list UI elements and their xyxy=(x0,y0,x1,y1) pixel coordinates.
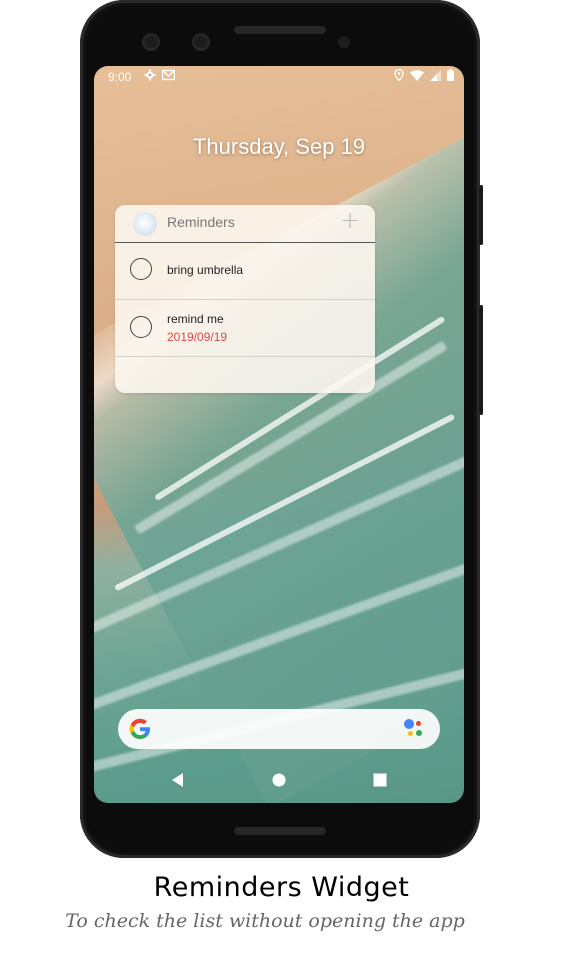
back-icon[interactable] xyxy=(168,770,188,790)
front-camera-icon xyxy=(192,33,210,51)
volume-button xyxy=(479,305,483,415)
lock-screen-date: Thursday, Sep 19 xyxy=(192,134,366,159)
navigation-bar xyxy=(94,756,464,803)
widget-header: Reminders + xyxy=(115,205,375,243)
reminders-widget[interactable]: Reminders + bring umbrella remind me 201… xyxy=(115,205,375,393)
add-reminder-button[interactable]: + xyxy=(339,208,361,232)
caption-title: Reminders Widget xyxy=(153,872,410,903)
battery-icon xyxy=(447,69,454,81)
reminder-text: bring umbrella xyxy=(167,263,244,277)
proximity-sensor xyxy=(338,36,350,48)
google-search-bar[interactable] xyxy=(118,709,440,749)
caption-subtitle: To check the list without opening the ap… xyxy=(65,910,465,932)
reminder-item[interactable]: remind me 2019/09/19 xyxy=(115,300,375,357)
recents-icon[interactable] xyxy=(370,770,390,790)
wifi-icon xyxy=(410,69,424,81)
assistant-icon[interactable] xyxy=(404,719,426,739)
google-g-icon[interactable] xyxy=(128,717,152,741)
reminder-item[interactable]: bring umbrella xyxy=(115,243,375,300)
complete-checkbox[interactable] xyxy=(130,258,152,280)
power-button xyxy=(479,185,483,245)
status-bar: 9:00 xyxy=(94,66,464,88)
status-time: 9:00 xyxy=(108,70,132,84)
widget-title[interactable]: Reminders xyxy=(167,214,235,230)
home-icon[interactable] xyxy=(269,770,289,790)
app-logo-icon xyxy=(133,212,157,236)
reminder-text: remind me xyxy=(167,312,224,326)
complete-checkbox[interactable] xyxy=(130,316,152,338)
signal-icon xyxy=(430,69,441,81)
earpiece-speaker xyxy=(234,26,326,34)
front-camera-icon xyxy=(142,33,160,51)
gear-icon xyxy=(144,69,156,81)
mail-icon xyxy=(162,69,175,81)
location-icon xyxy=(394,69,404,81)
bottom-speaker xyxy=(234,827,326,835)
phone-screen: 9:00 Thursday, Sep 19 Reminders + bring … xyxy=(94,66,464,803)
reminder-date: 2019/09/19 xyxy=(167,330,228,344)
